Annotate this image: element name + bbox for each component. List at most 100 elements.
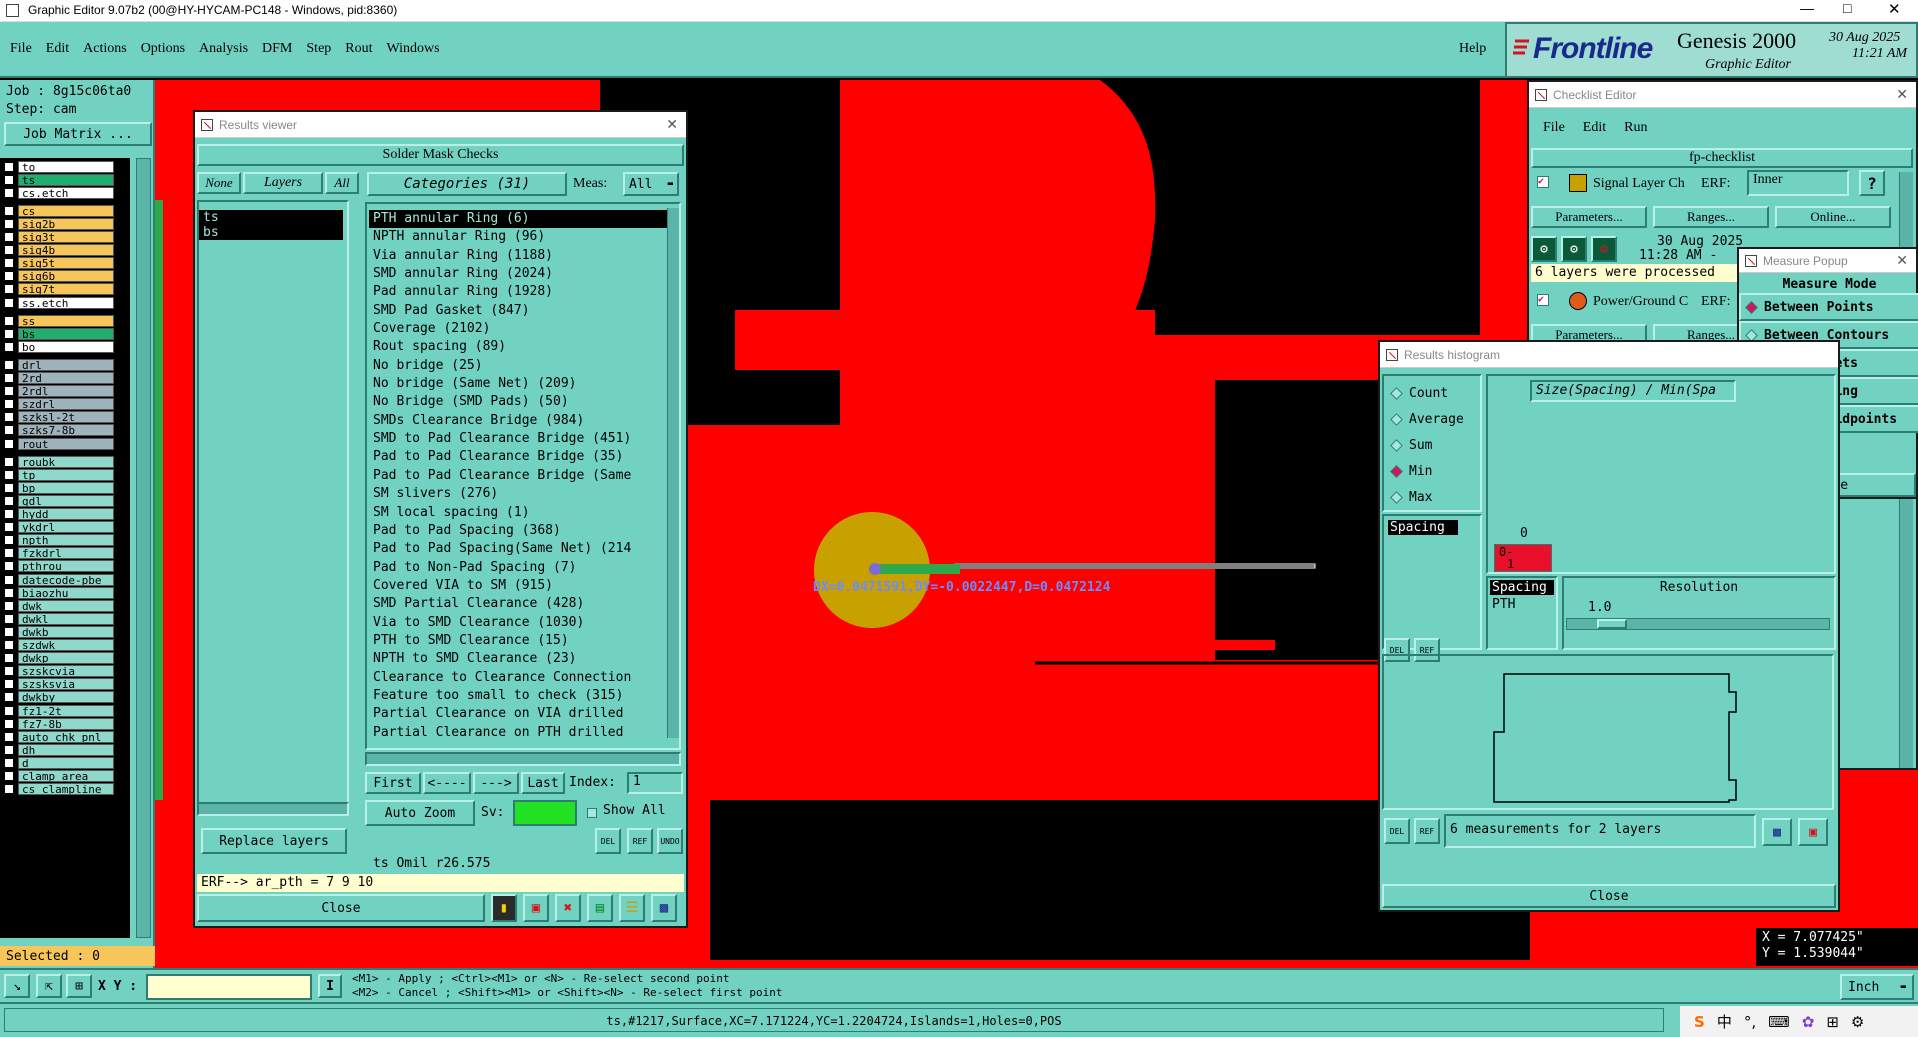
layer-name[interactable]: dh [18,743,114,756]
layer-name[interactable]: cs [18,204,114,217]
menu-windows[interactable]: Windows [387,41,440,57]
layer-checkbox[interactable] [4,456,14,467]
category-item[interactable]: Partial Clearance on PTH drilled [369,724,679,742]
layer-row[interactable]: d [4,756,114,769]
layers-button[interactable]: Layers [243,172,323,194]
category-item[interactable]: Via to SMD Clearance (1030) [369,614,679,632]
layer-name[interactable]: fz1-2t [18,704,114,717]
layer-row[interactable]: dwk [4,599,114,612]
layer-row[interactable]: bo [4,340,114,353]
layer-name[interactable]: datecode-pbe [18,573,114,586]
layer-row[interactable]: 2rdl [4,385,114,398]
layer-name[interactable]: ykdrl [18,521,114,534]
xy-input[interactable] [146,974,312,1000]
category-vscroll[interactable] [667,208,679,738]
index-input[interactable]: 1 [627,772,683,794]
layer-name[interactable]: hydd [18,508,114,520]
clear-icon[interactable]: ✖ [555,894,581,922]
layer-name[interactable]: sig7t [18,283,114,296]
layer-name[interactable]: clamp_area [18,770,114,782]
category-item[interactable]: Coverage (2102) [369,320,679,338]
layer-row[interactable]: sig7t [4,283,114,296]
layer-checkbox[interactable] [4,692,14,703]
layer-row[interactable]: ykdrl [4,521,114,534]
layer-row[interactable]: cs_clampline [4,783,114,796]
keyboard-icon[interactable]: ⌨ [1768,1013,1790,1031]
layer-row[interactable]: szdwk [4,639,114,652]
snap-icon[interactable]: ⇱ [36,974,62,998]
layer-row[interactable]: clamp_area [4,770,114,783]
layer-name[interactable]: dwkl [18,612,114,625]
category-list-box[interactable]: PTH annular Ring (6) NPTH annular Ring (9… [365,202,681,750]
first-button[interactable]: First [365,772,421,794]
layer-name[interactable]: 2rd [18,372,114,384]
layer-name[interactable]: szdrl [18,398,114,411]
layer-row[interactable]: biaozhu [4,586,114,599]
layer-checkbox[interactable] [4,438,14,449]
layer-row[interactable]: 2rd [4,372,114,385]
layer-name[interactable]: to [18,160,114,173]
category-item[interactable]: SMD Partial Clearance (428) [369,595,679,613]
layer-checkbox[interactable] [4,535,14,546]
layer-checkbox[interactable] [4,297,14,308]
category-item[interactable]: PTH to SMD Clearance (15) [369,632,679,650]
layer-checkbox[interactable] [4,705,14,716]
layer-name[interactable]: szksl-2t [18,411,114,424]
result-layer-item[interactable]: bs [199,225,343,240]
layer-row[interactable]: dh [4,743,114,756]
category-item[interactable]: SMD to Pad Clearance Bridge (451) [369,430,679,448]
layer-checkbox[interactable] [4,666,14,677]
layer-row[interactable]: dwkl [4,612,114,625]
layer-row[interactable]: cs [4,204,114,217]
layer-checkbox[interactable] [4,522,14,533]
layer-row[interactable]: szksl-2t [4,411,114,424]
report-icon[interactable]: ▣ [523,894,549,922]
del-button[interactable]: DEL [595,828,621,854]
close-icon[interactable]: ✕ [1896,252,1908,269]
layer-name[interactable]: cs_clampline [18,783,114,796]
layer-name[interactable]: pthrou [18,560,114,573]
layer-row[interactable]: ss.etch [4,296,114,309]
menu-analysis[interactable]: Analysis [199,41,248,57]
layer-checkbox[interactable] [4,412,14,423]
replace-layers-button[interactable]: Replace layers [201,828,347,854]
layer-checkbox[interactable] [4,425,14,436]
ref-icon[interactable]: REF [1414,818,1440,844]
prev-button[interactable]: <---- [423,772,471,794]
layer-checkbox[interactable] [4,757,14,768]
checklist-menu-run[interactable]: Run [1624,120,1647,136]
layer-row[interactable]: dwkb [4,625,114,638]
info-icon[interactable]: I [318,974,342,998]
layer-checkbox[interactable] [4,341,14,352]
next-button[interactable]: ---> [473,772,519,794]
results-close-button[interactable]: Close [197,894,485,922]
categories-button[interactable]: Categories (31) [367,172,567,196]
layer-name[interactable]: 2rdl [18,385,114,398]
layer-row[interactable]: sig2b [4,217,114,230]
histogram-titlebar[interactable]: Results histogram [1380,342,1838,368]
layer-name[interactable]: roubk [18,455,114,468]
layer-row[interactable]: szskcvia [4,665,114,678]
layer-checkbox[interactable] [4,399,14,410]
category-item[interactable]: Covered VIA to SM (915) [369,577,679,595]
layer-checkbox[interactable] [4,359,14,370]
layer-checkbox[interactable] [4,626,14,637]
layer-checkbox[interactable] [4,587,14,598]
function-option[interactable]: Count [1384,380,1480,406]
spacing-list-item[interactable]: Spacing [1388,520,1458,535]
help-icon[interactable]: ? [1859,170,1885,196]
apps-icon[interactable]: ⊞ [1826,1013,1839,1031]
layer-name[interactable]: sig4b [18,244,114,257]
ime-mode[interactable]: 中 [1717,1011,1732,1032]
layer-name[interactable]: drl [18,358,114,371]
notes-icon[interactable]: ☰ [619,894,645,922]
layer-row[interactable]: szdrl [4,398,114,411]
layer-checkbox[interactable] [4,731,14,742]
layer-checkbox[interactable] [4,174,14,185]
bar-chart-icon[interactable]: ▩ [651,894,677,922]
layer-checkbox[interactable] [4,561,14,572]
layer-row[interactable]: fz7-8b [4,717,114,730]
online-button[interactable]: Online... [1775,206,1891,228]
layer-name[interactable]: dwk [18,599,114,612]
result-layer-item[interactable]: ts [199,210,343,225]
